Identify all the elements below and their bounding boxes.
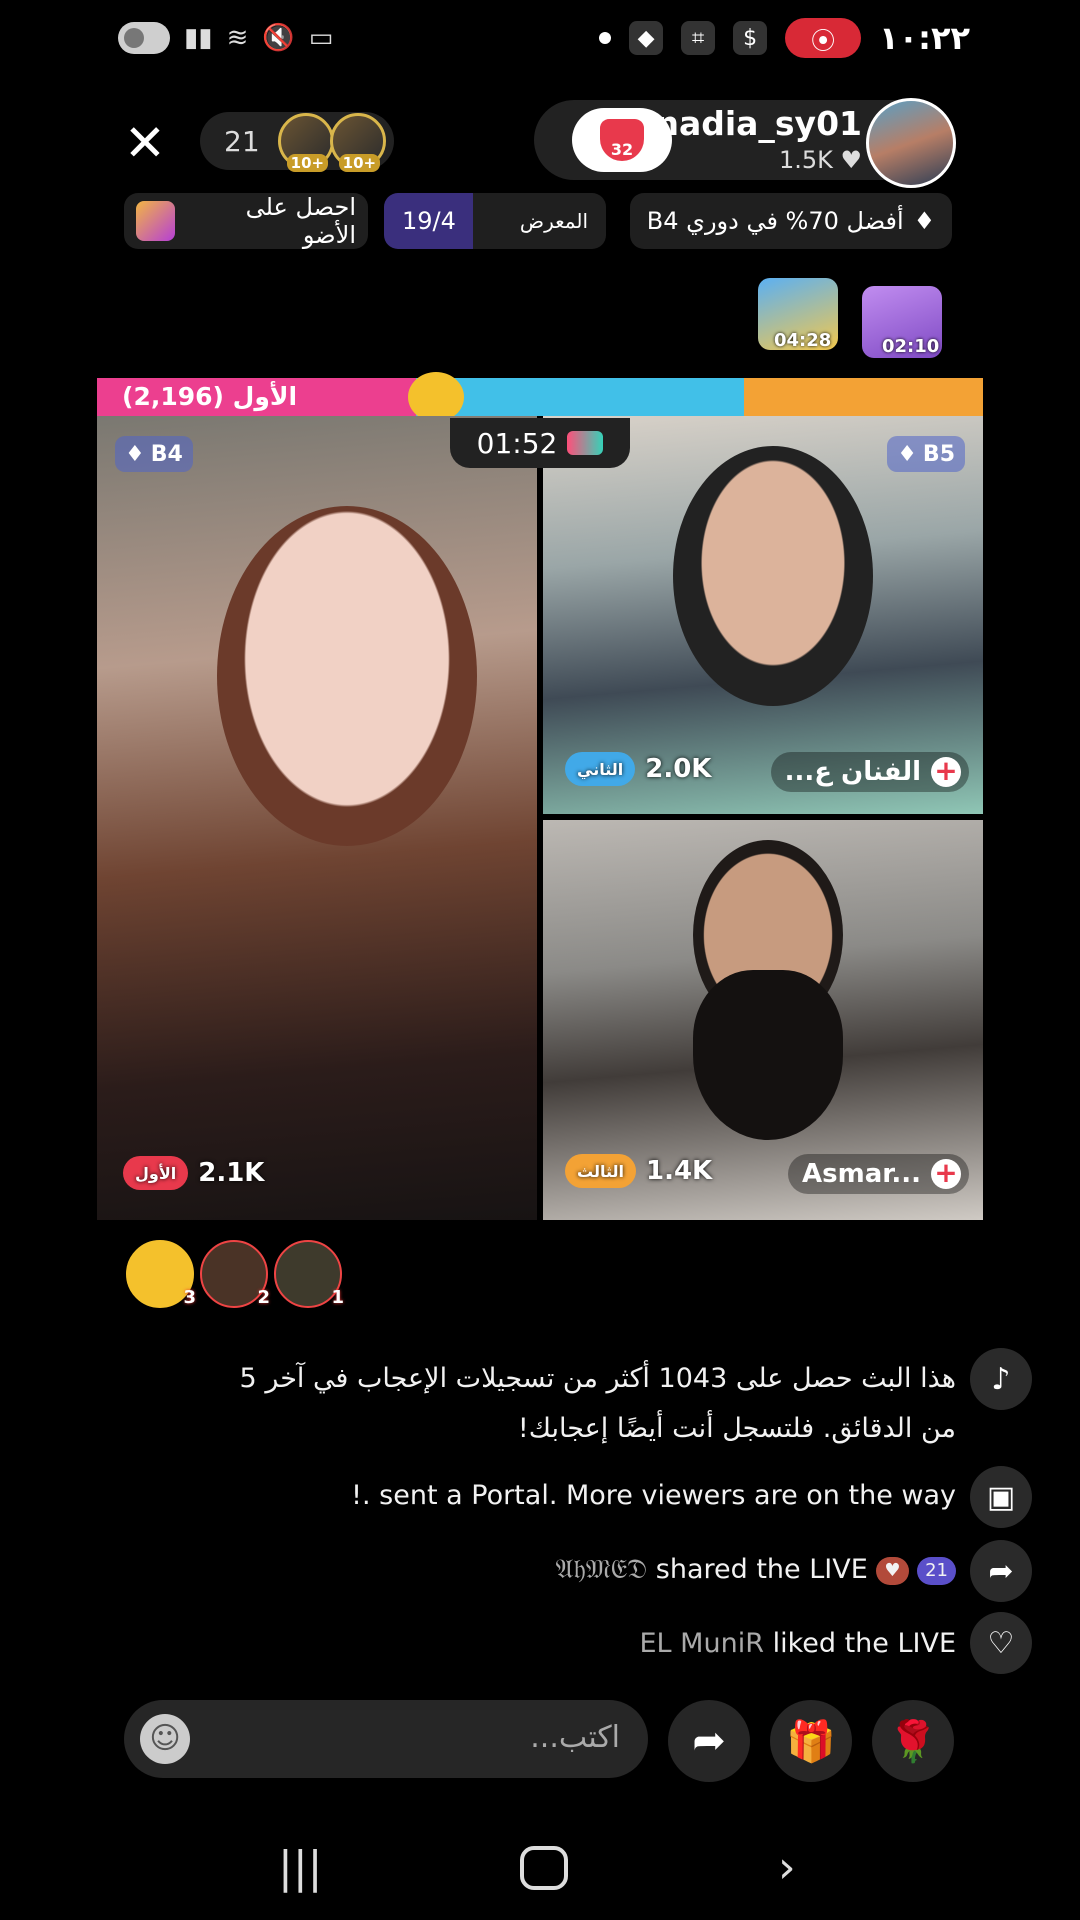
chest-timer: 02:10 [882, 336, 940, 357]
viewer-avatar[interactable]: 10+ [329, 113, 386, 172]
home-icon[interactable] [520, 1846, 568, 1890]
gift-icon: 🎁 [786, 1718, 836, 1765]
host-name: nadia_sy01 [655, 104, 862, 143]
plus-icon: + [931, 1159, 961, 1189]
beard [693, 970, 843, 1140]
plus-icon: + [931, 757, 961, 787]
guest-top-score: الثاني 2.0K [565, 752, 711, 786]
league-rank-chip[interactable]: أفضل 70% في دوري B4 ♦ [630, 193, 952, 249]
diamond-icon: ♦ [913, 207, 936, 235]
gallery-chip[interactable]: 19/4 المعرض [384, 193, 606, 249]
back-icon[interactable]: › [778, 1842, 796, 1893]
guest-video-top[interactable]: ♦ B5 الثاني 2.0K الفنان ع... + [543, 416, 983, 814]
cast-icon: ▭ [308, 23, 334, 53]
recording-icon: ⦿ [785, 18, 862, 58]
status-left: ▮▮ ≋ 🔇 ▭ [118, 22, 333, 54]
share-icon: ➦ [692, 1718, 726, 1764]
get-rewards-chip[interactable]: احصل على الأضو [124, 193, 368, 249]
host-face [217, 506, 477, 846]
top-gifter-avatar[interactable]: 3 [126, 1240, 196, 1308]
heart-icon: 32 [600, 119, 644, 161]
chest-timer: 04:28 [774, 330, 832, 351]
follow-guest-button[interactable]: Asmar... + [788, 1154, 969, 1194]
top-gifter-avatar[interactable]: 2 [200, 1240, 270, 1308]
dollar-icon: $ [733, 21, 768, 55]
share-button[interactable]: ➦ [668, 1700, 750, 1782]
gallery-label: المعرض [519, 209, 588, 233]
guest-bottom-score: الثالث 1.4K [565, 1154, 712, 1188]
guest-video-bottom[interactable]: الثالث 1.4K Asmar... + [543, 820, 983, 1220]
host-video[interactable]: ♦ B4 الأول 2.1K [97, 416, 537, 1220]
host-likes: 1.5K ♥ [778, 146, 862, 174]
level-badge: ♦ B5 [887, 436, 965, 472]
viewer-avatar[interactable]: 10+ [277, 113, 334, 172]
signal-icon: ▮▮ [184, 23, 213, 53]
diamond-icon: ♦ [897, 441, 917, 467]
close-button[interactable]: ✕ [124, 118, 166, 168]
host-avatar[interactable] [866, 98, 956, 188]
system-comment: هذا البث حصل على 1043 أكثر من تسجيلات ال… [239, 1363, 956, 1444]
heart-icon[interactable]: ♡ [970, 1612, 1032, 1674]
tiktok-icon: ♪ [970, 1348, 1032, 1410]
level-badge: ♦ B4 [115, 436, 193, 472]
rose-icon: 🌹 [888, 1718, 938, 1765]
share-comment: 𝔄𝔥𝔐𝔈𝔇 shared the LIVE ♥ 21 [556, 1554, 956, 1586]
top-gifter-avatar[interactable]: 1 [274, 1240, 344, 1308]
level-tag-icon: ♥ [876, 1556, 909, 1585]
wifi-icon: ≋ [226, 23, 249, 53]
mute-icon: 🔇 [262, 23, 295, 53]
notification-dot-icon [599, 32, 612, 44]
comment-placeholder: اكتب... [530, 1720, 620, 1755]
clock: ١٠:٢٢ [879, 19, 970, 57]
toggle-icon [118, 22, 170, 54]
rose-button[interactable]: 🌹 [872, 1700, 954, 1782]
scan-icon: ⌗ [681, 21, 716, 55]
versus-icon [567, 431, 604, 455]
viewer-pill[interactable]: 21 10+ 10+ [200, 112, 394, 172]
share-icon[interactable]: ➦ [970, 1540, 1032, 1602]
viewer-count: 21 [224, 124, 260, 158]
portal-icon: ▣ [970, 1466, 1032, 1528]
gallery-count: 19/4 [402, 207, 456, 235]
gift-box-icon [136, 201, 176, 241]
emoji-icon[interactable]: ☺ [140, 1714, 190, 1764]
battle-grid: ♦ B4 الأول 2.1K ♦ B5 الثاني 2.0K الفنان ع.… [97, 416, 983, 1220]
diamond-icon: ♦ [125, 441, 145, 467]
follow-guest-button[interactable]: الفنان ع... + [770, 752, 969, 792]
status-right: ◆ ⌗ $ ⦿ ١٠:٢٢ [599, 18, 970, 58]
recents-icon[interactable]: ||| [278, 1842, 322, 1893]
guest-face [673, 446, 873, 706]
emoji-face-icon [408, 372, 464, 422]
gift-button[interactable]: 🎁 [770, 1700, 852, 1782]
battle-timer: 01:52 [450, 418, 630, 468]
host-score: الأول 2.1K [123, 1156, 264, 1190]
heart-icon: ♥ [840, 146, 862, 174]
app-notification-icon: ◆ [629, 21, 664, 55]
battle-leader-label: الأول (2,196) [122, 382, 298, 411]
like-comment: EL MuniR liked the LIVE [639, 1628, 957, 1659]
portal-comment: !. sent a Portal. More viewers are on th… [351, 1480, 956, 1511]
